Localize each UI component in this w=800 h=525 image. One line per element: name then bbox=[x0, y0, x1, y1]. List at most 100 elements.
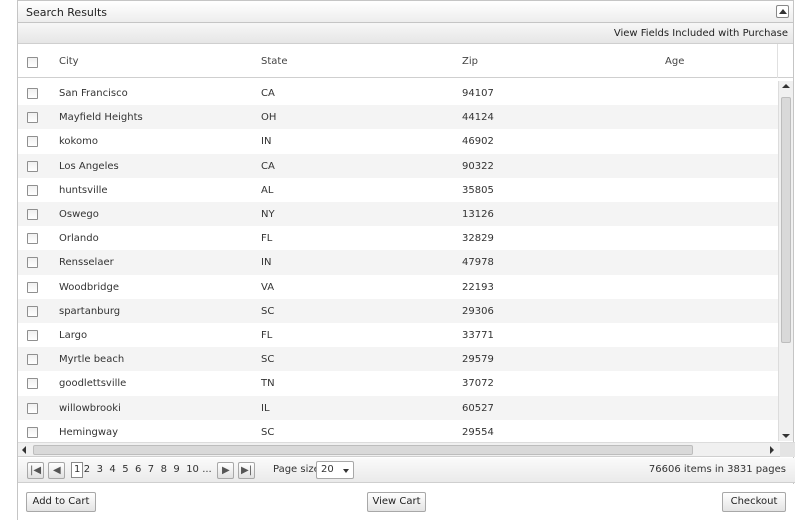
collapse-icon[interactable] bbox=[776, 5, 789, 18]
horizontal-scroll-thumb[interactable] bbox=[33, 445, 693, 455]
cell-zip: 47978 bbox=[462, 257, 494, 269]
cell-zip: 22193 bbox=[462, 281, 494, 293]
table-row[interactable]: Los Angeles CA 90322 bbox=[18, 153, 778, 178]
table-row[interactable]: Oswego NY 13126 bbox=[18, 202, 778, 227]
cell-state: TN bbox=[261, 378, 275, 390]
next-page-button[interactable]: ▶ bbox=[217, 462, 234, 479]
cell-city: Myrtle beach bbox=[59, 354, 125, 366]
column-header-age[interactable]: Age bbox=[665, 56, 684, 67]
cell-zip: 60527 bbox=[462, 402, 494, 414]
cell-zip: 46902 bbox=[462, 136, 494, 148]
table-row[interactable]: kokomo IN 46902 bbox=[18, 129, 778, 153]
footer-actions: Add to Cart View Cart Checkout bbox=[18, 484, 795, 520]
cell-state: IL bbox=[261, 402, 270, 414]
next-page-icon: ▶ bbox=[222, 465, 230, 476]
page-link-current[interactable]: 1 bbox=[71, 462, 84, 478]
row-checkbox[interactable] bbox=[27, 233, 38, 245]
view-fields-link[interactable]: View Fields Included with Purchase bbox=[614, 28, 788, 39]
panel-title: Search Results bbox=[26, 6, 108, 19]
cell-city: Orlando bbox=[59, 233, 99, 245]
vertical-scroll-thumb[interactable] bbox=[781, 97, 791, 343]
first-page-button[interactable]: |◀ bbox=[27, 462, 44, 479]
grid-body: San Francisco CA 94107 Mayfield Heights OH 44… bbox=[18, 81, 778, 441]
horizontal-scrollbar[interactable] bbox=[18, 442, 795, 457]
page-link[interactable]: 7 bbox=[148, 464, 154, 475]
scroll-down-icon[interactable] bbox=[782, 434, 790, 438]
grid-header: City State Zip Age bbox=[18, 44, 793, 78]
table-row[interactable]: Orlando FL 32829 bbox=[18, 226, 778, 250]
page-link[interactable]: 9 bbox=[173, 464, 179, 475]
cell-city: Oswego bbox=[59, 209, 99, 220]
scroll-up-icon[interactable] bbox=[782, 84, 790, 88]
cell-city: San Francisco bbox=[59, 88, 128, 99]
cell-state: CA bbox=[261, 160, 275, 172]
cell-zip: 29579 bbox=[462, 354, 494, 366]
row-checkbox[interactable] bbox=[27, 112, 38, 124]
cell-zip: 90322 bbox=[462, 160, 494, 172]
scroll-left-icon[interactable] bbox=[22, 446, 26, 454]
cell-zip: 32829 bbox=[462, 233, 494, 245]
table-row[interactable]: Hemingway SC 29554 bbox=[18, 420, 778, 441]
table-row[interactable]: willowbrooki IL 60527 bbox=[18, 395, 778, 420]
page-link[interactable]: 8 bbox=[161, 464, 167, 475]
table-row[interactable]: Mayfield Heights OH 44124 bbox=[18, 105, 778, 130]
column-header-city[interactable]: City bbox=[59, 56, 79, 67]
add-to-cart-button[interactable]: Add to Cart bbox=[26, 492, 96, 512]
scroll-right-icon[interactable] bbox=[770, 446, 774, 454]
prev-page-button[interactable]: ◀ bbox=[48, 462, 65, 479]
row-checkbox[interactable] bbox=[27, 184, 38, 196]
panel-header: Search Results bbox=[18, 1, 793, 23]
row-checkbox[interactable] bbox=[27, 209, 38, 220]
row-checkbox[interactable] bbox=[27, 354, 38, 366]
cell-state: IN bbox=[261, 257, 272, 269]
table-row[interactable]: spartanburg SC 29306 bbox=[18, 298, 778, 323]
table-row[interactable]: huntsville AL 35805 bbox=[18, 178, 778, 202]
cell-zip: 29306 bbox=[462, 305, 494, 317]
page-link[interactable]: ... bbox=[202, 464, 212, 475]
page-link[interactable]: 10 bbox=[186, 464, 199, 475]
row-checkbox[interactable] bbox=[27, 330, 38, 341]
pager: |◀ ◀ 1 2 3 4 5 6 7 8 9 10... ▶ ▶| Page size: 20 7… bbox=[18, 458, 795, 483]
row-checkbox[interactable] bbox=[27, 426, 38, 438]
page-link[interactable]: 4 bbox=[109, 464, 115, 475]
cell-city: Los Angeles bbox=[59, 160, 119, 172]
column-header-zip[interactable]: Zip bbox=[462, 56, 478, 67]
page-size-select[interactable]: 20 bbox=[316, 461, 354, 479]
page-size-value: 20 bbox=[321, 464, 334, 475]
cell-zip: 94107 bbox=[462, 88, 494, 99]
page-link[interactable]: 5 bbox=[122, 464, 128, 475]
cell-city: Largo bbox=[59, 330, 88, 341]
row-checkbox[interactable] bbox=[27, 378, 38, 390]
table-row[interactable]: San Francisco CA 94107 bbox=[18, 81, 778, 105]
row-checkbox[interactable] bbox=[27, 257, 38, 269]
checkout-button[interactable]: Checkout bbox=[722, 492, 786, 512]
table-row[interactable]: Woodbridge VA 22193 bbox=[18, 275, 778, 299]
table-row[interactable]: Largo FL 33771 bbox=[18, 323, 778, 347]
table-row[interactable]: Myrtle beach SC 29579 bbox=[18, 347, 778, 372]
view-cart-button[interactable]: View Cart bbox=[367, 492, 426, 512]
row-checkbox[interactable] bbox=[27, 281, 38, 293]
table-row[interactable]: Rensselaer IN 47978 bbox=[18, 250, 778, 275]
last-page-icon: ▶| bbox=[241, 465, 253, 476]
last-page-button[interactable]: ▶| bbox=[238, 462, 255, 479]
column-header-state[interactable]: State bbox=[261, 56, 287, 67]
select-all-checkbox[interactable] bbox=[27, 57, 38, 68]
cell-city: Hemingway bbox=[59, 426, 119, 438]
vertical-scrollbar[interactable] bbox=[778, 81, 793, 441]
cell-zip: 44124 bbox=[462, 112, 494, 124]
row-checkbox[interactable] bbox=[27, 402, 38, 414]
row-checkbox[interactable] bbox=[27, 160, 38, 172]
cell-city: spartanburg bbox=[59, 305, 121, 317]
page-link[interactable]: 6 bbox=[135, 464, 141, 475]
header-separator bbox=[777, 44, 778, 78]
page-link[interactable]: 2 bbox=[84, 464, 90, 475]
table-row[interactable]: goodlettsville TN 37072 bbox=[18, 371, 778, 395]
row-checkbox[interactable] bbox=[27, 305, 38, 317]
cell-city: Woodbridge bbox=[59, 281, 119, 293]
cell-state: OH bbox=[261, 112, 277, 124]
row-checkbox[interactable] bbox=[27, 136, 38, 148]
grid-toolbar: View Fields Included with Purchase bbox=[18, 23, 793, 44]
page-link[interactable]: 3 bbox=[97, 464, 103, 475]
search-results-panel: Search Results View Fields Included with… bbox=[17, 0, 795, 520]
row-checkbox[interactable] bbox=[27, 88, 38, 99]
